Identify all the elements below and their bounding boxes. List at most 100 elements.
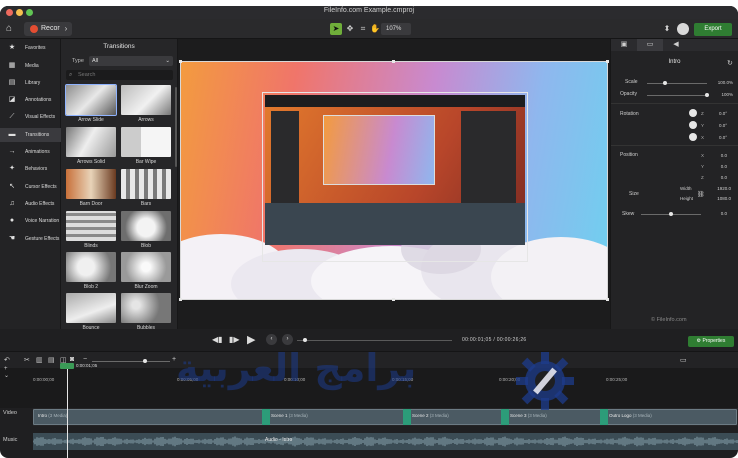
- audio-icon: ♫: [9, 200, 15, 207]
- sidebar-item-animations[interactable]: → Animations: [0, 145, 61, 159]
- transition-marker[interactable]: [600, 409, 608, 425]
- transition-tile-bubbles[interactable]: [121, 293, 171, 323]
- width-value[interactable]: 1920.0: [709, 186, 731, 191]
- transition-tile-bounce[interactable]: [66, 293, 116, 323]
- height-value[interactable]: 1080.0: [709, 196, 731, 201]
- transition-tile-blob[interactable]: [121, 211, 171, 241]
- position-z-value[interactable]: 0.0: [711, 175, 727, 180]
- star-icon: ★: [8, 44, 16, 51]
- resize-handle[interactable]: [606, 298, 609, 301]
- reset-icon[interactable]: ↻: [727, 58, 733, 70]
- canvas-stage: [178, 39, 610, 329]
- sidebar-item-library[interactable]: ▤ Library: [0, 76, 61, 90]
- cut-icon[interactable]: ✂: [24, 356, 30, 364]
- playback-scrubber[interactable]: [297, 340, 452, 341]
- scale-slider[interactable]: [647, 83, 707, 84]
- scale-value[interactable]: 100.0%: [711, 80, 733, 85]
- sidebar-item-label: Media: [25, 63, 39, 69]
- resize-handle[interactable]: [392, 298, 395, 301]
- tab-media-properties[interactable]: ▭: [637, 39, 663, 51]
- zoom-out-icon[interactable]: −: [83, 356, 87, 363]
- playhead[interactable]: [67, 364, 68, 458]
- resize-handle[interactable]: [179, 298, 182, 301]
- sidebar-item-cursor-effects[interactable]: ↖ Cursor Effects: [0, 180, 61, 194]
- microphone-icon[interactable]: ⬍: [661, 23, 673, 35]
- sidebar-item-behaviors[interactable]: ✦ Behaviors: [0, 162, 61, 176]
- skew-slider-knob[interactable]: [669, 212, 673, 216]
- sidebar-item-gesture-effects[interactable]: ☚ Gesture Effects: [0, 232, 61, 246]
- scale-slider-knob[interactable]: [663, 81, 667, 85]
- music-track-clip[interactable]: Audio - Intro: [33, 433, 738, 450]
- position-y-value[interactable]: 0.0: [711, 164, 727, 169]
- playhead-flag[interactable]: [60, 363, 74, 369]
- snapshot-icon[interactable]: ◙: [70, 356, 74, 363]
- transition-tile-arrows[interactable]: [121, 85, 171, 115]
- opacity-slider[interactable]: [647, 95, 707, 96]
- transition-marker[interactable]: [501, 409, 509, 425]
- timeline-zoom-slider[interactable]: [92, 361, 170, 362]
- step-back-icon[interactable]: ◀▮: [212, 335, 223, 344]
- sidebar-item-media[interactable]: ▦ Media: [0, 59, 61, 73]
- properties-panel: ▣ ▭ ◀ Intro ↻ Scale 100.0% Opacity 100% …: [610, 39, 738, 329]
- search-input[interactable]: ⌕ Search: [66, 70, 173, 80]
- timeline-zoom-knob[interactable]: [143, 359, 148, 363]
- collapse-icon[interactable]: ⌄: [4, 372, 9, 379]
- select-tool-icon[interactable]: ➤: [330, 23, 342, 35]
- link-icon[interactable]: ⛓: [697, 189, 705, 201]
- type-select[interactable]: All ⌄: [89, 56, 173, 66]
- avatar[interactable]: [677, 23, 689, 35]
- sidebar-item-transitions[interactable]: ▬ Transitions: [0, 128, 61, 142]
- rotation-dial-x[interactable]: [689, 133, 697, 141]
- paste-icon[interactable]: ▤: [48, 356, 55, 364]
- transition-tile-barn-door[interactable]: [66, 169, 116, 199]
- home-icon[interactable]: ⌂: [6, 23, 12, 35]
- resize-handle[interactable]: [179, 60, 182, 63]
- transition-tile-blob-2[interactable]: [66, 252, 116, 282]
- skew-value[interactable]: 0.0: [711, 211, 727, 216]
- sidebar-item-annotations[interactable]: ◪ Annotations: [0, 93, 61, 107]
- rotation-x-value[interactable]: 0.0°: [711, 135, 727, 140]
- transition-tile-bar-wipe[interactable]: [121, 127, 171, 157]
- hand-tool-icon[interactable]: ✋: [369, 23, 381, 35]
- pan-tool-icon[interactable]: ✥: [344, 23, 356, 35]
- wand-icon: ⟋: [9, 113, 15, 120]
- rotation-z-value[interactable]: 0.0°: [711, 111, 727, 116]
- track-label-video: Video: [3, 410, 17, 416]
- panel-toggle-icon[interactable]: ▭: [680, 356, 687, 364]
- cursor-icon: ↖: [9, 183, 15, 190]
- copy-icon[interactable]: ▥: [36, 356, 43, 364]
- tab-visual-properties[interactable]: ▣: [611, 39, 637, 51]
- step-forward-icon[interactable]: ▮▶: [229, 335, 240, 344]
- crop-tool-icon[interactable]: ⌗: [357, 23, 369, 35]
- transition-tile-blur-zoom[interactable]: [121, 252, 171, 282]
- scrubber-knob[interactable]: [302, 338, 307, 342]
- expand-chevron-icon[interactable]: ›: [60, 23, 72, 35]
- sidebar-item-label: Visual Effects: [25, 114, 56, 120]
- opacity-slider-knob[interactable]: [705, 93, 709, 97]
- properties-button[interactable]: ⚙ Properties: [688, 336, 734, 347]
- sidebar-item-favorites[interactable]: ★ Favorites: [0, 41, 61, 55]
- transition-tile-arrow-slide[interactable]: [65, 84, 117, 116]
- sidebar-item-voice-narration[interactable]: ● Voice Narration: [0, 214, 61, 228]
- opacity-value[interactable]: 100%: [711, 92, 733, 97]
- sidebar-item-visual-effects[interactable]: ⟋ Visual Effects: [0, 110, 61, 124]
- rotation-dial-y[interactable]: [689, 121, 697, 129]
- transition-tile-blinds[interactable]: [66, 211, 116, 241]
- resize-handle[interactable]: [606, 60, 609, 63]
- rotation-y-value[interactable]: 0.0°: [711, 123, 727, 128]
- transition-tile-arrows-solid[interactable]: [66, 127, 116, 157]
- scrollbar[interactable]: [175, 87, 177, 167]
- transition-tile-bars[interactable]: [121, 169, 171, 199]
- position-x-value[interactable]: 0.0: [711, 153, 727, 158]
- sidebar-item-audio-effects[interactable]: ♫ Audio Effects: [0, 197, 61, 211]
- zoom-select[interactable]: 107%: [381, 23, 411, 35]
- rotation-dial-z[interactable]: [689, 109, 697, 117]
- hand-icon: ☚: [8, 235, 16, 242]
- undo-icon[interactable]: ↶: [4, 356, 10, 364]
- video-clip[interactable]: Outro Logo (3 Media): [604, 409, 737, 425]
- export-label: Export: [704, 26, 722, 32]
- type-label: Type: [72, 58, 84, 64]
- tab-audio-properties[interactable]: ◀: [663, 39, 689, 51]
- resize-handle[interactable]: [392, 60, 395, 63]
- export-button[interactable]: Export: [694, 23, 732, 36]
